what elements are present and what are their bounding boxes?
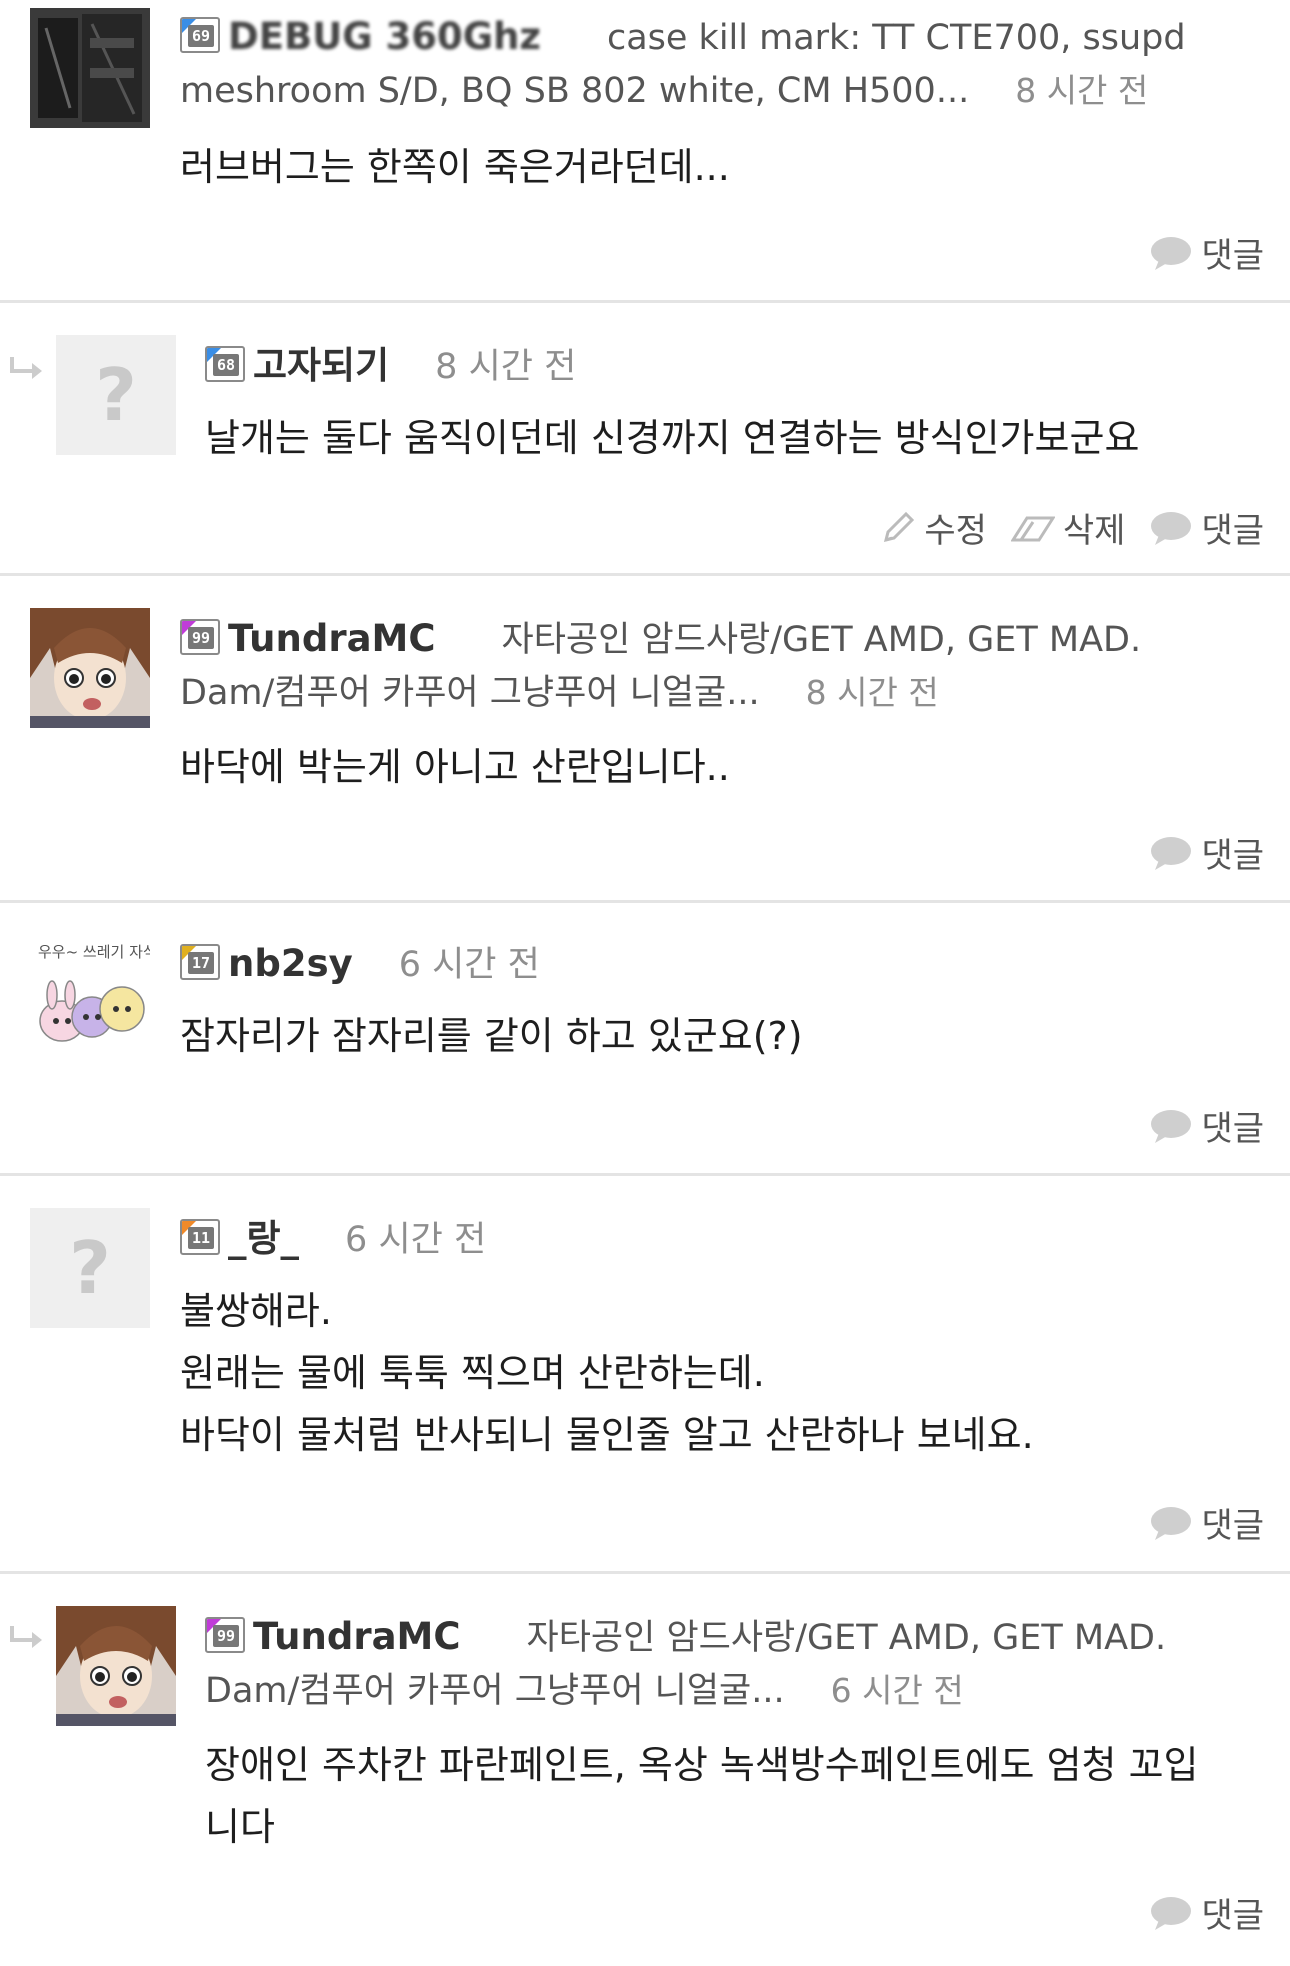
signature: meshroom S/D, BQ SB 802 white, CM H500..… [180, 71, 970, 111]
comment-header-line2: Dam/컴푸어 카푸어 그냥푸어 니얼굴... 6 시간 전 [205, 1664, 964, 1718]
avatar[interactable]: ? [56, 335, 176, 455]
comment-body: 잠자리가 잠자리를 같이 하고 있군요(?) [180, 1014, 803, 1058]
pencil-icon [884, 511, 915, 542]
reply-button[interactable]: 댓글 [1149, 828, 1264, 877]
timestamp: 6 시간 전 [398, 945, 540, 985]
avatar[interactable] [30, 608, 150, 728]
signature: Dam/컴푸어 카푸어 그냥푸어 니얼굴... [205, 1671, 785, 1711]
reply-button[interactable]: 댓글 [1149, 228, 1264, 277]
edit-button[interactable]: 수정 [880, 503, 987, 552]
speech-bubble-icon [1151, 1896, 1192, 1930]
reply-button[interactable]: 댓글 [1149, 1101, 1264, 1150]
comment-header: 11 _랑_ 6 시간 전 [180, 1212, 486, 1267]
comment-item: 우우~ 쓰레기 자식~ 17nb2sy 6 시간 전 잠자리가 잠자리를 같이 하… [0, 903, 1290, 1176]
timestamp: 8 시간 전 [805, 673, 939, 712]
timestamp: 8 시간 전 [1015, 71, 1149, 110]
delete-button[interactable]: 삭제 [1010, 503, 1125, 552]
eraser-icon [1010, 516, 1055, 541]
level-badge-icon: 69 [180, 17, 220, 53]
username[interactable]: _랑_ [228, 1217, 299, 1260]
avatar[interactable]: ? [30, 1208, 150, 1328]
comment-body: 러브버그는 한쪽이 죽은거라던데... [180, 145, 730, 189]
comment-header: 99 TundraMC 자타공인 암드사랑/GET AMD, GET MAD. [180, 612, 1141, 667]
comment-header: 69 DEBUG 360Ghz case kill mark: TT CTE700,… [180, 10, 1186, 65]
username[interactable]: DEBUG 360Ghz [228, 15, 541, 58]
username[interactable]: TundraMC [228, 617, 436, 660]
comment-body: 바닥에 박는게 아니고 산란입니다.. [180, 745, 730, 789]
reply-arrow-icon [10, 1626, 42, 1648]
username[interactable]: nb2sy [228, 942, 353, 985]
avatar[interactable]: 우우~ 쓰레기 자식~ [30, 933, 150, 1053]
reply-button[interactable]: 댓글 [1149, 1498, 1264, 1547]
comment-header: 17 nb2sy 6 시간 전 [180, 937, 540, 992]
username[interactable]: 고자되기 [253, 344, 389, 387]
signature: case kill mark: TT CTE700, ssupd [606, 18, 1186, 58]
timestamp: 6 시간 전 [830, 1671, 964, 1710]
comment-item: ? 11 _랑_ 6 시간 전 불쌍해라. 원래는 물에 툭툭 찍으며 산란하는데.… [0, 1176, 1290, 1574]
signature: 자타공인 암드사랑/GET AMD, GET MAD. [501, 620, 1142, 660]
avatar[interactable] [56, 1606, 176, 1726]
comment-actions: 댓글 [1149, 1101, 1264, 1150]
comment-item: 69 DEBUG 360Ghz case kill mark: TT CTE700,… [0, 0, 1290, 303]
speech-bubble-icon [1151, 836, 1192, 870]
reply-arrow-icon [10, 357, 42, 379]
signature: Dam/컴푸어 카푸어 그냥푸어 니얼굴... [180, 673, 760, 713]
comment-header: 68 고자되기 8 시간 전 [205, 339, 576, 394]
comment-actions: 댓글 [1149, 228, 1264, 277]
comment-item: 99 TundraMC 자타공인 암드사랑/GET AMD, GET MAD. Da… [0, 1574, 1290, 1966]
speech-bubble-icon [1151, 236, 1192, 270]
comment-actions: 댓글 [1149, 828, 1264, 877]
reply-button[interactable]: 댓글 [1149, 503, 1264, 552]
level-badge-icon: 17 [180, 944, 220, 980]
avatar[interactable] [30, 8, 150, 128]
comment-item: 99 TundraMC 자타공인 암드사랑/GET AMD, GET MAD. Da… [0, 576, 1290, 903]
speech-bubble-icon [1151, 511, 1192, 545]
speech-bubble-icon [1151, 1109, 1192, 1143]
timestamp: 6 시간 전 [345, 1220, 487, 1260]
level-badge-icon: 99 [205, 1617, 245, 1653]
speech-bubble-icon [1151, 1506, 1192, 1540]
comment-actions: 수정 삭제 댓글 [880, 503, 1264, 552]
comment-body: 날개는 둘다 움직이던데 신경까지 연결하는 방식인가보군요 [205, 416, 1140, 460]
comment-header: 99 TundraMC 자타공인 암드사랑/GET AMD, GET MAD. [205, 1610, 1166, 1665]
level-badge-icon: 11 [180, 1219, 220, 1255]
level-badge-icon: 68 [205, 346, 245, 382]
comment-actions: 댓글 [1149, 1888, 1264, 1937]
signature: 자타공인 암드사랑/GET AMD, GET MAD. [526, 1618, 1167, 1658]
svg-text:우우~ 쓰레기 자식~: 우우~ 쓰레기 자식~ [38, 943, 150, 961]
comment-body: 불쌍해라. 원래는 물에 툭툭 찍으며 산란하는데. 바닥이 물처럼 반사되니 … [180, 1289, 1034, 1457]
comment-body: 장애인 주차칸 파란페인트, 옥상 녹색방수페인트에도 엄청 꼬입 니다 [205, 1743, 1199, 1849]
username[interactable]: TundraMC [253, 1615, 461, 1658]
reply-button[interactable]: 댓글 [1149, 1888, 1264, 1937]
level-badge-icon: 99 [180, 619, 220, 655]
timestamp: 8 시간 전 [435, 347, 577, 387]
comment-actions: 댓글 [1149, 1498, 1264, 1547]
comment-item: ? 68 고자되기 8 시간 전 날개는 둘다 움직이던데 신경까지 연결하는 방식… [0, 303, 1290, 576]
comment-header-line2: meshroom S/D, BQ SB 802 white, CM H500..… [180, 64, 1148, 118]
comment-header-line2: Dam/컴푸어 카푸어 그냥푸어 니얼굴... 8 시간 전 [180, 666, 939, 720]
